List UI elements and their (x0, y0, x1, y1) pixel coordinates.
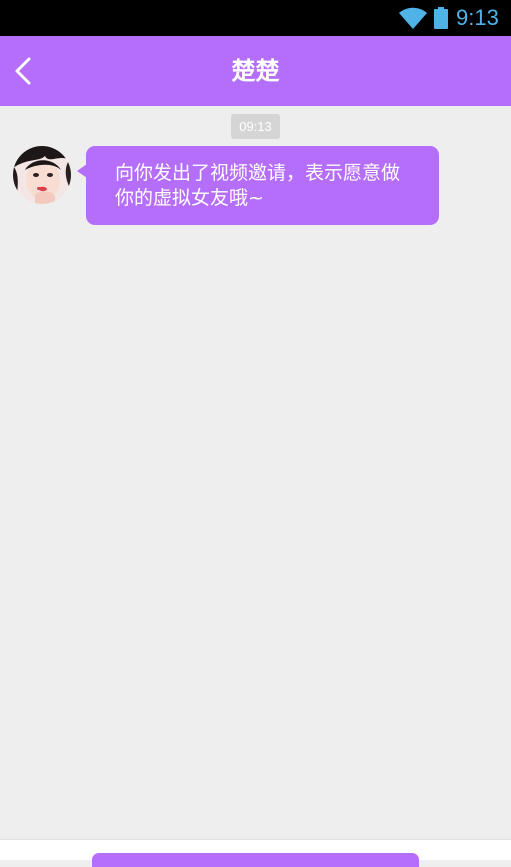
bottom-action-button[interactable] (92, 853, 419, 867)
avatar-image (13, 146, 71, 204)
battery-icon (434, 7, 448, 29)
nav-bar: 楚楚 (0, 36, 511, 106)
bottom-bar (0, 839, 511, 867)
page-title: 楚楚 (231, 57, 280, 85)
status-time: 9:13 (456, 5, 499, 30)
message-row: 向你发出了视频邀请，表示愿意做你的虚拟女友哦~ (0, 144, 511, 234)
message-text: 向你发出了视频邀请，表示愿意做你的虚拟女友哦~ (115, 162, 401, 209)
message-bubble[interactable]: 向你发出了视频邀请，表示愿意做你的虚拟女友哦~ (77, 146, 439, 225)
status-bar: 9:13 (0, 0, 511, 36)
wifi-icon (399, 7, 427, 29)
chat-area[interactable]: 09:13 向你发出了视频邀请，表示愿意做你的虚拟女友哦~ (0, 106, 511, 839)
message-timestamp: 09:13 (231, 114, 280, 139)
avatar[interactable] (13, 146, 71, 204)
